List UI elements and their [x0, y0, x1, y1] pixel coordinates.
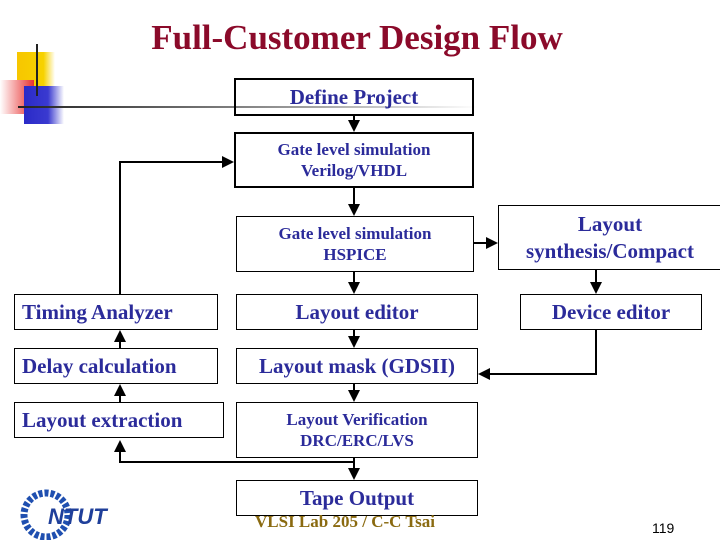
footer-text: VLSI Lab 205 / C-C Tsai	[255, 512, 435, 531]
box-label: Verilog/VHDL	[300, 161, 408, 180]
box-label: Define Project	[289, 84, 419, 109]
box-label: HSPICE	[323, 245, 387, 264]
slide-title: Full-Customer Design Flow	[151, 18, 563, 57]
box-delay-calculation: Delay calculation	[14, 348, 218, 384]
box-tape-output: Tape Output	[236, 480, 478, 516]
box-label: Layout extraction	[22, 407, 183, 432]
box-label: Timing Analyzer	[22, 299, 173, 324]
box-label: Layout Verification	[286, 409, 428, 429]
box-layout-synthesis: Layout synthesis/Compact	[498, 205, 720, 270]
box-label: Delay calculation	[22, 353, 177, 378]
box-label: Layout mask (GDSII)	[258, 353, 456, 378]
box-layout-editor: Layout editor	[236, 294, 478, 330]
box-label: DRC/ERC/LVS	[300, 431, 414, 450]
box-label: Tape Output	[299, 485, 415, 510]
box-layout-extraction: Layout extraction	[14, 402, 224, 438]
box-gate-sim-hspice: Gate level simulation HSPICE	[236, 216, 474, 272]
box-gate-sim-verilog: Gate level simulation Verilog/VHDL	[234, 132, 474, 188]
box-layout-verification: Layout Verification DRC/ERC/LVS	[236, 402, 478, 458]
box-label: synthesis/Compact	[525, 238, 694, 263]
university-logo: NTUT	[20, 489, 108, 540]
box-timing-analyzer: Timing Analyzer	[14, 294, 218, 330]
box-label: Layout editor	[295, 299, 419, 324]
box-label: Layout	[577, 212, 643, 237]
box-label: Device editor	[551, 299, 671, 324]
box-device-editor: Device editor	[520, 294, 702, 330]
page-number: 119	[652, 520, 675, 536]
svg-text:NTUT: NTUT	[48, 504, 108, 529]
box-label: Gate level simulation	[278, 223, 432, 243]
box-label: Gate level simulation	[277, 139, 431, 159]
box-define-project: Define Project	[234, 78, 474, 116]
box-layout-mask: Layout mask (GDSII)	[236, 348, 478, 384]
